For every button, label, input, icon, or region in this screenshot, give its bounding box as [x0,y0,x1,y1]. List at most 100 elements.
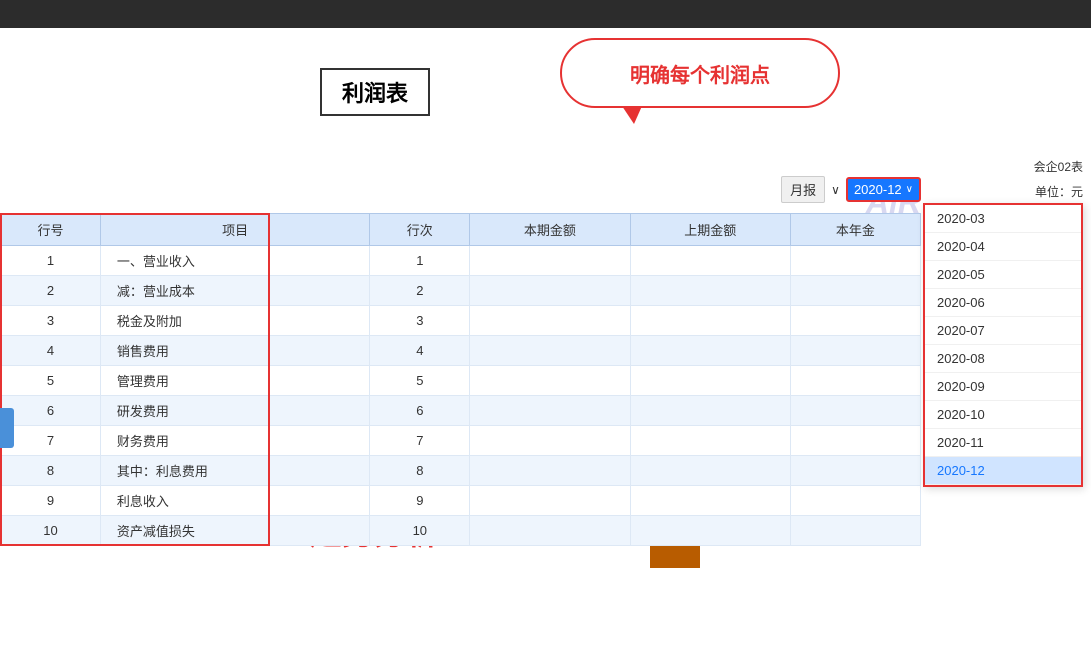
cell-current [470,426,630,456]
period-label-chevron: ∨ [831,183,840,197]
cell-rownum: 8 [1,456,101,486]
cell-year [790,366,920,396]
cell-prev [630,516,790,546]
cell-rowidx: 6 [370,396,470,426]
dropdown-item[interactable]: 2020-12 [925,457,1081,485]
cell-rowidx: 5 [370,366,470,396]
cell-prev [630,456,790,486]
cell-item: 管理费用 [100,366,369,396]
cell-rowidx: 9 [370,486,470,516]
cell-current [470,306,630,336]
top-bar [0,0,1091,28]
cell-current [470,336,630,366]
table-row: 3税金及附加3 [1,306,921,336]
dropdown-item[interactable]: 2020-04 [925,233,1081,261]
cell-item: 一、营业收入 [100,246,369,276]
cell-prev [630,246,790,276]
dropdown-item[interactable]: 2020-07 [925,317,1081,345]
cell-item: 减：营业成本 [100,276,369,306]
cell-current [470,456,630,486]
left-tab[interactable] [0,408,14,448]
table-container: 行号 项目 行次 本期金额 上期金额 本年金 1一、营业收入12减：营业成本23… [0,213,921,546]
cell-current [470,516,630,546]
col-header-rowidx: 行次 [370,214,470,246]
content-area: 明确每个利润点 利润表 会企02表 单位：元 月报 ∨ 2020-12 ∨ 20… [0,28,1091,654]
title-text: 利润表 [342,81,408,106]
table-row: 6研发费用6 [1,396,921,426]
dropdown-list[interactable]: 2020-032020-042020-052020-062020-072020-… [923,203,1083,487]
table-row: 5管理费用5 [1,366,921,396]
cell-year [790,246,920,276]
cell-rownum: 7 [1,426,101,456]
period-dropdown[interactable]: 2020-12 ∨ [846,177,921,202]
cell-item: 税金及附加 [100,306,369,336]
cell-rownum: 6 [1,396,101,426]
table-row: 10资产减值损失10 [1,516,921,546]
cell-prev [630,306,790,336]
cell-prev [630,396,790,426]
cell-year [790,276,920,306]
cell-prev [630,486,790,516]
speech-bubble-text: 明确每个利润点 [630,65,770,87]
col-header-rownum: 行号 [1,214,101,246]
table-row: 1一、营业收入1 [1,246,921,276]
table-row: 2减：营业成本2 [1,276,921,306]
col-header-current: 本期金额 [470,214,630,246]
cell-year [790,456,920,486]
dropdown-item[interactable]: 2020-11 [925,429,1081,457]
cell-rownum: 4 [1,336,101,366]
cell-rownum: 3 [1,306,101,336]
company-label: 会企02表 [1034,158,1091,175]
cell-rowidx: 2 [370,276,470,306]
col-header-item: 项目 [100,214,369,246]
cell-prev [630,336,790,366]
cell-rowidx: 1 [370,246,470,276]
cell-rowidx: 7 [370,426,470,456]
cell-item: 资产减值损失 [100,516,369,546]
title-box: 利润表 [320,68,430,116]
cell-year [790,396,920,426]
cell-year [790,486,920,516]
cell-current [470,276,630,306]
cell-rownum: 5 [1,366,101,396]
cell-current [470,246,630,276]
dropdown-item[interactable]: 2020-08 [925,345,1081,373]
cell-prev [630,426,790,456]
cell-year [790,516,920,546]
dropdown-item[interactable]: 2020-06 [925,289,1081,317]
cell-rowidx: 3 [370,306,470,336]
table-row: 4销售费用4 [1,336,921,366]
table-row: 7财务费用7 [1,426,921,456]
table-header-row: 行号 项目 行次 本期金额 上期金额 本年金 [1,214,921,246]
table-row: 8其中：利息费用8 [1,456,921,486]
cell-rowidx: 10 [370,516,470,546]
cell-item: 其中：利息费用 [100,456,369,486]
cell-rowidx: 8 [370,456,470,486]
cell-year [790,426,920,456]
speech-bubble: 明确每个利润点 [560,38,840,108]
cell-year [790,336,920,366]
cell-rownum: 2 [1,276,101,306]
cell-prev [630,366,790,396]
cell-item: 销售费用 [100,336,369,366]
cell-rownum: 10 [1,516,101,546]
dropdown-item[interactable]: 2020-09 [925,373,1081,401]
cell-rownum: 9 [1,486,101,516]
dropdown-item[interactable]: 2020-03 [925,205,1081,233]
col-header-year: 本年金 [790,214,920,246]
period-label[interactable]: 月报 [781,176,825,203]
unit-label: 单位：元 [1035,183,1083,200]
cell-prev [630,276,790,306]
cell-current [470,396,630,426]
cell-rowidx: 4 [370,336,470,366]
table-row: 9利息收入9 [1,486,921,516]
col-header-prev: 上期金额 [630,214,790,246]
cell-item: 研发费用 [100,396,369,426]
cell-current [470,366,630,396]
dropdown-item[interactable]: 2020-10 [925,401,1081,429]
cell-current [470,486,630,516]
cell-year [790,306,920,336]
cell-item: 财务费用 [100,426,369,456]
profit-table: 行号 项目 行次 本期金额 上期金额 本年金 1一、营业收入12减：营业成本23… [0,213,921,546]
dropdown-item[interactable]: 2020-05 [925,261,1081,289]
